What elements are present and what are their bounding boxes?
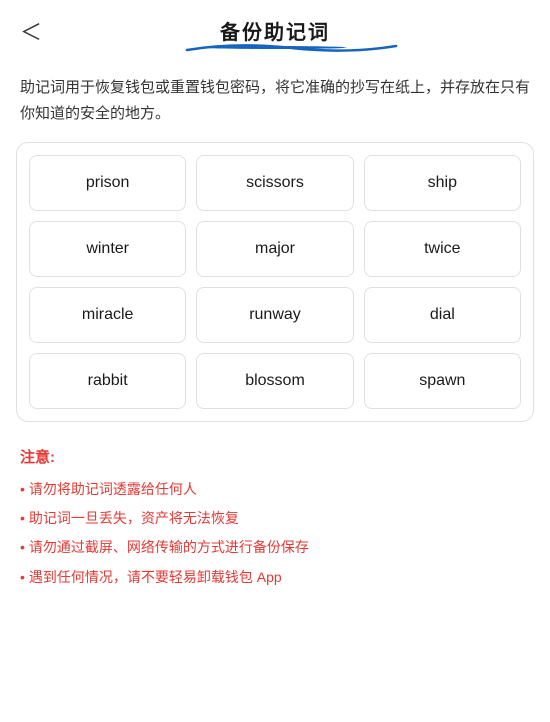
title-underline-decoration [204,46,347,49]
mnemonic-word: twice [364,221,521,277]
notice-item: •请勿通过截屏、网络传输的方式进行备份保存 [20,535,530,560]
mnemonic-word: runway [196,287,353,343]
mnemonic-word: ship [364,155,521,211]
mnemonic-word: blossom [196,353,353,409]
title-wrapper: 备份助记词 [220,16,330,45]
notice-item: •遇到任何情况，请不要轻易卸载钱包 App [20,565,530,590]
mnemonic-word: scissors [196,155,353,211]
notice-item-text: 请勿将助记词透露给任何人 [29,477,197,502]
header: ＜ 备份助记词 [0,0,550,55]
notice-bullet: • [20,535,25,560]
mnemonic-word: major [196,221,353,277]
notice-title: 注意: [20,446,530,467]
notice-bullet: • [20,477,25,502]
notice-item-text: 助记词一旦丢失，资产将无法恢复 [29,506,239,531]
back-button[interactable]: ＜ [20,15,42,47]
notice-bullet: • [20,565,25,590]
description-text: 助记词用于恢复钱包或重置钱包密码，将它准确的抄写在纸上，并存放在只有你知道的安全… [0,55,550,142]
mnemonic-grid: prisonscissorsship wintermajortwice miracl… [29,155,521,409]
mnemonic-word: rabbit [29,353,186,409]
notice-bullet: • [20,506,25,531]
mnemonic-word: prison [29,155,186,211]
notice-section: 注意: •请勿将助记词透露给任何人•助记词一旦丢失，资产将无法恢复•请勿通过截屏… [0,422,550,614]
notice-item: •请勿将助记词透露给任何人 [20,477,530,502]
notice-item-text: 请勿通过截屏、网络传输的方式进行备份保存 [29,535,309,560]
mnemonic-word: dial [364,287,521,343]
mnemonic-word: miracle [29,287,186,343]
mnemonic-word: winter [29,221,186,277]
mnemonic-word: spawn [364,353,521,409]
mnemonic-container: prisonscissorsship wintermajortwice miracl… [16,142,534,422]
notice-item-text: 遇到任何情况，请不要轻易卸载钱包 App [29,565,282,590]
notice-item: •助记词一旦丢失，资产将无法恢复 [20,506,530,531]
